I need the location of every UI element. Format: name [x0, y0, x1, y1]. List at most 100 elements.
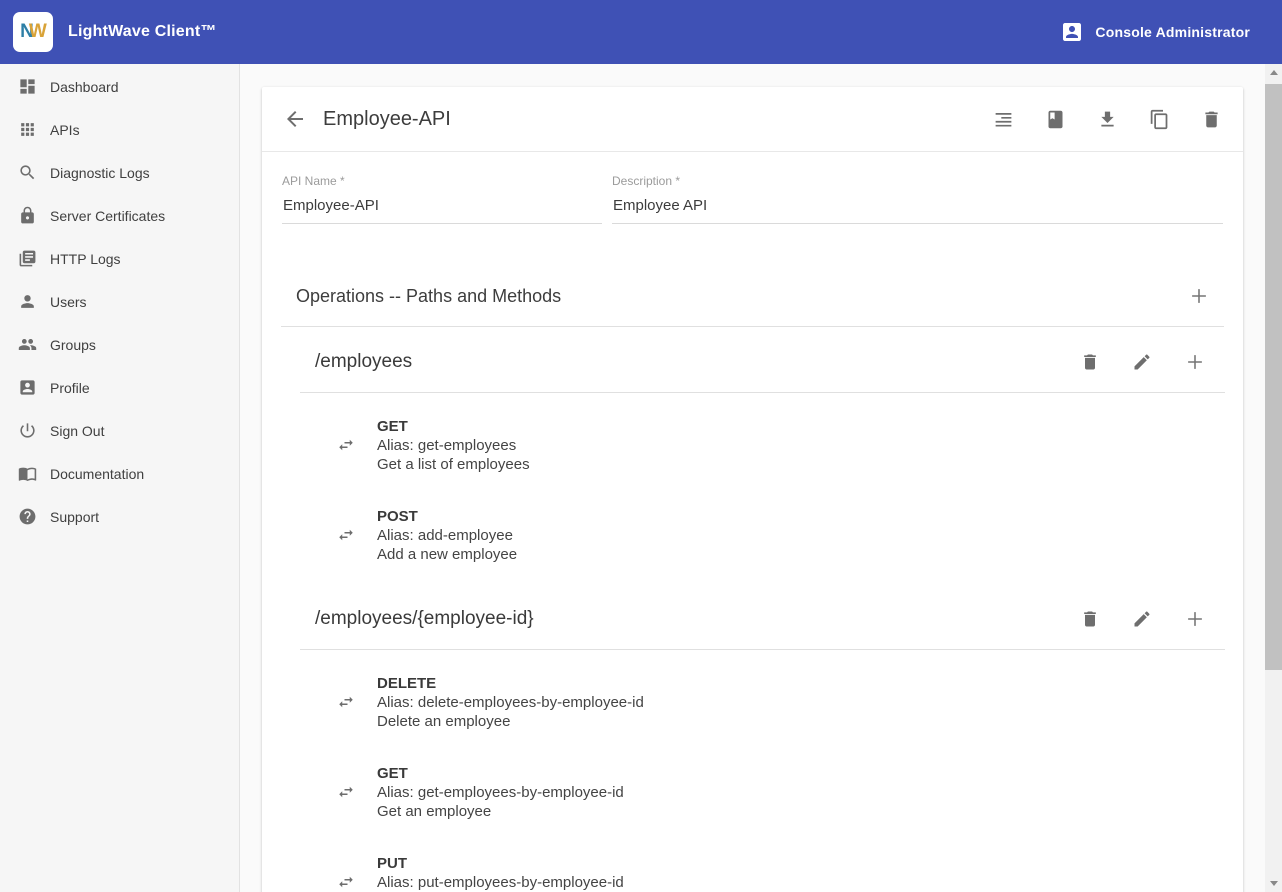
account-box-icon	[18, 378, 37, 397]
content-area: Employee-API API Name * Employee-API Des…	[240, 64, 1265, 892]
operations-list: DELETE Alias: delete-employees-by-employ…	[300, 650, 1225, 892]
sidebar-item-label: APIs	[50, 122, 80, 138]
operation-description: Add a new employee	[377, 545, 517, 564]
app-header: NW LightWave Client™ Console Administrat…	[0, 0, 1282, 64]
documentation-button[interactable]	[1045, 109, 1066, 130]
scroll-down-arrow[interactable]	[1265, 875, 1282, 892]
sidebar-item-http-logs[interactable]: HTTP Logs	[0, 237, 239, 280]
card-toolbar: Employee-API	[262, 87, 1243, 152]
main-area: Employee-API API Name * Employee-API Des…	[240, 64, 1282, 892]
summary-button[interactable]	[993, 109, 1014, 130]
people-icon	[18, 335, 37, 354]
operation-text: GET Alias: get-employees-by-employee-id …	[377, 764, 624, 821]
add-operation-button[interactable]	[1184, 351, 1206, 373]
edit-path-button[interactable]	[1132, 609, 1152, 629]
download-button[interactable]	[1097, 109, 1118, 130]
pencil-icon	[1132, 609, 1152, 629]
swap-arrows-icon	[337, 783, 355, 801]
logo-letter-w: W	[29, 21, 46, 43]
lightwave-logo[interactable]: NW	[13, 12, 53, 52]
operation-text: GET Alias: get-employees Get a list of e…	[377, 417, 530, 474]
sidebar-item-label: HTTP Logs	[50, 251, 121, 267]
swap-arrows-icon	[337, 873, 355, 891]
operation-description: Delete an employee	[377, 712, 644, 731]
api-form-row: API Name * Employee-API Description * Em…	[262, 152, 1243, 224]
help-icon	[18, 507, 37, 526]
trash-icon	[1201, 109, 1222, 130]
sidebar-item-diagnostic-logs[interactable]: Diagnostic Logs	[0, 151, 239, 194]
book-bookmark-icon	[1045, 109, 1066, 130]
dashboard-icon	[18, 77, 37, 96]
description-label: Description *	[612, 174, 1223, 188]
sidebar-item-dashboard[interactable]: Dashboard	[0, 65, 239, 108]
operation-alias: Alias: get-employees-by-employee-id	[377, 783, 624, 802]
sidebar-item-apis[interactable]: APIs	[0, 108, 239, 151]
operations-list: GET Alias: get-employees Get a list of e…	[300, 393, 1225, 584]
sidebar-item-label: Users	[50, 294, 87, 310]
plus-icon	[1184, 608, 1206, 630]
operations-heading-row: Operations -- Paths and Methods	[281, 284, 1224, 327]
search-icon	[18, 163, 37, 182]
sidebar-item-server-certificates[interactable]: Server Certificates	[0, 194, 239, 237]
scrollbar-thumb[interactable]	[1265, 84, 1282, 670]
description-field[interactable]: Description * Employee API	[612, 174, 1223, 224]
api-detail-card: Employee-API API Name * Employee-API Des…	[262, 87, 1243, 892]
sidebar-item-profile[interactable]: Profile	[0, 366, 239, 409]
operation-row[interactable]: POST Alias: add-employee Add a new emplo…	[337, 507, 1225, 564]
sidebar-item-label: Sign Out	[50, 423, 104, 439]
edit-path-button[interactable]	[1132, 352, 1152, 372]
path-block: /employees/{employee-id} DELETE Alias: d…	[300, 584, 1225, 892]
operation-alias: Alias: add-employee	[377, 526, 517, 545]
operation-method: GET	[377, 417, 530, 436]
library-books-icon	[18, 249, 37, 268]
delete-button[interactable]	[1201, 109, 1222, 130]
operation-description: Get an employee	[377, 802, 624, 821]
sidebar-item-label: Diagnostic Logs	[50, 165, 150, 181]
operation-method: DELETE	[377, 674, 644, 693]
sidebar-item-groups[interactable]: Groups	[0, 323, 239, 366]
sidebar-item-support[interactable]: Support	[0, 495, 239, 538]
operation-method: PUT	[377, 854, 624, 873]
delete-path-button[interactable]	[1080, 609, 1100, 629]
delete-path-button[interactable]	[1080, 352, 1100, 372]
trash-icon	[1080, 609, 1100, 629]
swap-arrows-icon	[337, 693, 355, 711]
add-operation-button[interactable]	[1184, 608, 1206, 630]
operation-description: Get a list of employees	[377, 455, 530, 474]
sidebar-item-label: Dashboard	[50, 79, 119, 95]
sidebar-item-users[interactable]: Users	[0, 280, 239, 323]
operation-row[interactable]: PUT Alias: put-employees-by-employee-id …	[337, 854, 1225, 892]
sidebar-item-sign-out[interactable]: Sign Out	[0, 409, 239, 452]
operation-text: PUT Alias: put-employees-by-employee-id …	[377, 854, 624, 892]
operations-heading: Operations -- Paths and Methods	[296, 284, 561, 308]
back-button[interactable]	[283, 107, 307, 131]
user-menu[interactable]: Console Administrator	[1060, 20, 1250, 44]
body-row: Dashboard APIs Diagnostic Logs Server Certi…	[0, 64, 1282, 892]
person-icon	[18, 292, 37, 311]
paths-container: /employees GET Alias: get-employees Get …	[262, 327, 1243, 892]
api-name-field[interactable]: API Name * Employee-API	[282, 174, 602, 224]
plus-icon	[1184, 351, 1206, 373]
operation-row[interactable]: DELETE Alias: delete-employees-by-employ…	[337, 674, 1225, 731]
sidebar-item-label: Profile	[50, 380, 90, 396]
operation-method: GET	[377, 764, 624, 783]
copy-button[interactable]	[1149, 109, 1170, 130]
vertical-scrollbar[interactable]	[1265, 64, 1282, 892]
path-actions	[1080, 351, 1206, 373]
operation-text: DELETE Alias: delete-employees-by-employ…	[377, 674, 644, 731]
app-title: LightWave Client™	[68, 23, 217, 41]
sidebar-item-label: Support	[50, 509, 99, 525]
sidebar-item-documentation[interactable]: Documentation	[0, 452, 239, 495]
operation-row[interactable]: GET Alias: get-employees-by-employee-id …	[337, 764, 1225, 821]
path-title: /employees	[315, 349, 412, 375]
page-title: Employee-API	[323, 108, 451, 131]
api-name-label: API Name *	[282, 174, 602, 188]
apps-grid-icon	[18, 120, 37, 139]
copy-icon	[1149, 109, 1170, 130]
operation-row[interactable]: GET Alias: get-employees Get a list of e…	[337, 417, 1225, 474]
add-path-button[interactable]	[1188, 285, 1210, 307]
trash-icon	[1080, 352, 1100, 372]
scroll-up-arrow[interactable]	[1265, 64, 1282, 81]
operation-alias: Alias: get-employees	[377, 436, 530, 455]
operation-alias: Alias: delete-employees-by-employee-id	[377, 693, 644, 712]
